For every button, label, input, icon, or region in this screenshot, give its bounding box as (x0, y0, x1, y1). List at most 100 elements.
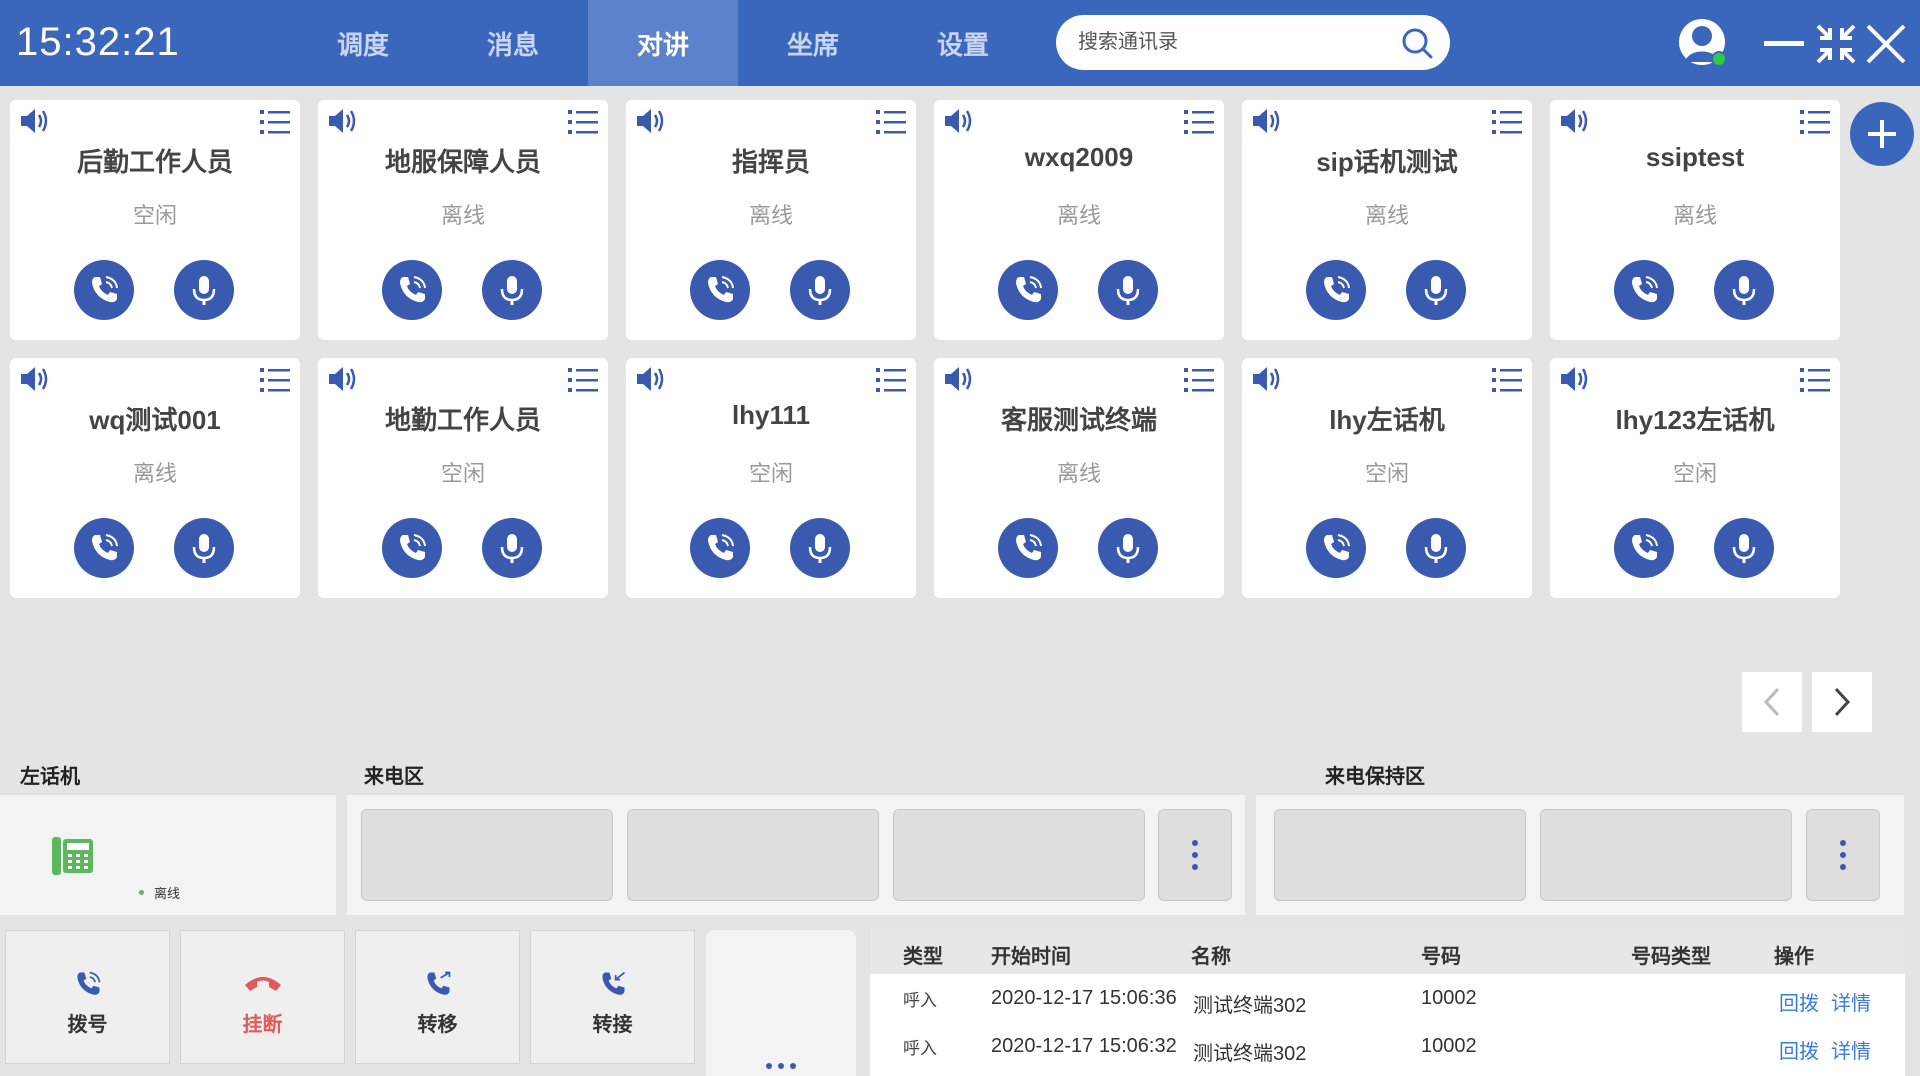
list-menu-icon[interactable] (1492, 366, 1522, 399)
tab-intercom[interactable]: 对讲 (588, 0, 738, 86)
microphone-button[interactable] (1098, 260, 1158, 320)
details-link[interactable]: 详情 (1831, 987, 1871, 1016)
call-button[interactable] (1306, 260, 1366, 320)
intercom-card[interactable]: 地服保障人员 离线 (318, 100, 608, 340)
intercom-card[interactable]: 指挥员 离线 (626, 100, 916, 340)
speaker-icon[interactable] (1558, 106, 1592, 141)
list-menu-icon[interactable] (1800, 108, 1830, 141)
call-button[interactable] (382, 260, 442, 320)
microphone-button[interactable] (790, 518, 850, 578)
prev-page-button[interactable] (1742, 672, 1802, 732)
hold-slot[interactable] (1274, 809, 1526, 901)
speaker-icon[interactable] (634, 364, 668, 399)
next-page-button[interactable] (1812, 672, 1872, 732)
list-menu-icon[interactable] (1184, 366, 1214, 399)
speaker-icon[interactable] (326, 106, 360, 141)
hangup-button[interactable]: 挂断 (180, 930, 345, 1064)
microphone-button[interactable] (1714, 518, 1774, 578)
incoming-slot[interactable] (627, 809, 879, 901)
call-button[interactable] (1306, 518, 1366, 578)
card-name: wq测试001 (89, 405, 221, 435)
microphone-button[interactable] (1406, 518, 1466, 578)
microphone-button[interactable] (174, 260, 234, 320)
call-button[interactable] (998, 518, 1058, 578)
speaker-icon[interactable] (942, 364, 976, 399)
callback-link[interactable]: 回拨 (1779, 1035, 1819, 1064)
call-button[interactable] (690, 260, 750, 320)
tab-dispatch[interactable]: 调度 (288, 0, 438, 86)
speaker-icon[interactable] (1250, 364, 1284, 399)
microphone-button[interactable] (482, 260, 542, 320)
more-options-button[interactable] (1806, 809, 1880, 901)
forward-button[interactable]: 转接 (530, 930, 695, 1064)
add-button[interactable] (1850, 102, 1914, 166)
intercom-card[interactable]: 地勤工作人员 空闲 (318, 358, 608, 598)
list-menu-icon[interactable] (876, 108, 906, 141)
call-button[interactable] (382, 518, 442, 578)
search-input[interactable] (1078, 31, 1398, 54)
incoming-slot[interactable] (893, 809, 1145, 901)
speaker-icon[interactable] (18, 364, 52, 399)
microphone-button[interactable] (1098, 518, 1158, 578)
cell-time: 2020-12-17 15:06:32 (991, 1035, 1177, 1057)
intercom-card[interactable]: 客服测试终端 离线 (934, 358, 1224, 598)
intercom-card[interactable]: lhy111 空闲 (626, 358, 916, 598)
call-button[interactable] (1614, 518, 1674, 578)
details-link[interactable]: 详情 (1831, 1035, 1871, 1064)
transfer-button[interactable]: 转移 (355, 930, 520, 1064)
speaker-icon[interactable] (1558, 364, 1592, 399)
close-icon[interactable] (1864, 22, 1908, 66)
card-status: 空闲 (132, 203, 177, 228)
speaker-icon[interactable] (326, 364, 360, 399)
search-icon[interactable] (1400, 26, 1434, 65)
call-button[interactable] (690, 518, 750, 578)
call-button[interactable] (1614, 260, 1674, 320)
call-button[interactable] (998, 260, 1058, 320)
call-button[interactable] (74, 518, 134, 578)
user-avatar[interactable] (1678, 18, 1728, 68)
top-bar: 15:32:21 调度 消息 对讲 坐席 设置 (0, 0, 1920, 86)
list-menu-icon[interactable] (1800, 366, 1830, 399)
list-menu-icon[interactable] (1492, 108, 1522, 141)
call-button[interactable] (74, 260, 134, 320)
intercom-card[interactable]: wq测试001 离线 (10, 358, 300, 598)
transfer-icon (356, 969, 519, 999)
card-status: 离线 (1364, 203, 1409, 228)
more-actions-button[interactable] (706, 930, 856, 1076)
callback-link[interactable]: 回拨 (1779, 987, 1819, 1016)
microphone-button[interactable] (482, 518, 542, 578)
list-menu-icon[interactable] (260, 366, 290, 399)
intercom-card[interactable]: lhy左话机 空闲 (1242, 358, 1532, 598)
tab-settings[interactable]: 设置 (888, 0, 1038, 86)
speaker-icon[interactable] (1250, 106, 1284, 141)
intercom-card[interactable]: ssiptest 离线 (1550, 100, 1840, 340)
microphone-button[interactable] (174, 518, 234, 578)
microphone-button[interactable] (1714, 260, 1774, 320)
list-menu-icon[interactable] (568, 108, 598, 141)
hold-slot[interactable] (1540, 809, 1792, 901)
speaker-icon[interactable] (942, 106, 976, 141)
intercom-card[interactable]: lhy123左话机 空闲 (1550, 358, 1840, 598)
hold-title: 来电保持区 (1325, 766, 1425, 788)
speaker-icon[interactable] (634, 106, 668, 141)
incoming-slot[interactable] (361, 809, 613, 901)
card-status: 离线 (748, 203, 793, 228)
more-options-button[interactable] (1158, 809, 1232, 901)
tab-messages[interactable]: 消息 (438, 0, 588, 86)
microphone-button[interactable] (1406, 260, 1466, 320)
list-menu-icon[interactable] (876, 366, 906, 399)
dial-button[interactable]: 拨号 (5, 930, 170, 1064)
intercom-card[interactable]: 后勤工作人员 空闲 (10, 100, 300, 340)
col-type: 类型 (903, 946, 943, 968)
list-menu-icon[interactable] (1184, 108, 1214, 141)
left-phone-panel[interactable]: 离线 (0, 795, 336, 915)
tab-seats[interactable]: 坐席 (738, 0, 888, 86)
list-menu-icon[interactable] (568, 366, 598, 399)
intercom-card[interactable]: wxq2009 离线 (934, 100, 1224, 340)
speaker-icon[interactable] (18, 106, 52, 141)
microphone-button[interactable] (790, 260, 850, 320)
intercom-card[interactable]: sip话机测试 离线 (1242, 100, 1532, 340)
minimize-icon[interactable] (1762, 22, 1806, 66)
collapse-icon[interactable] (1814, 22, 1858, 66)
list-menu-icon[interactable] (260, 108, 290, 141)
